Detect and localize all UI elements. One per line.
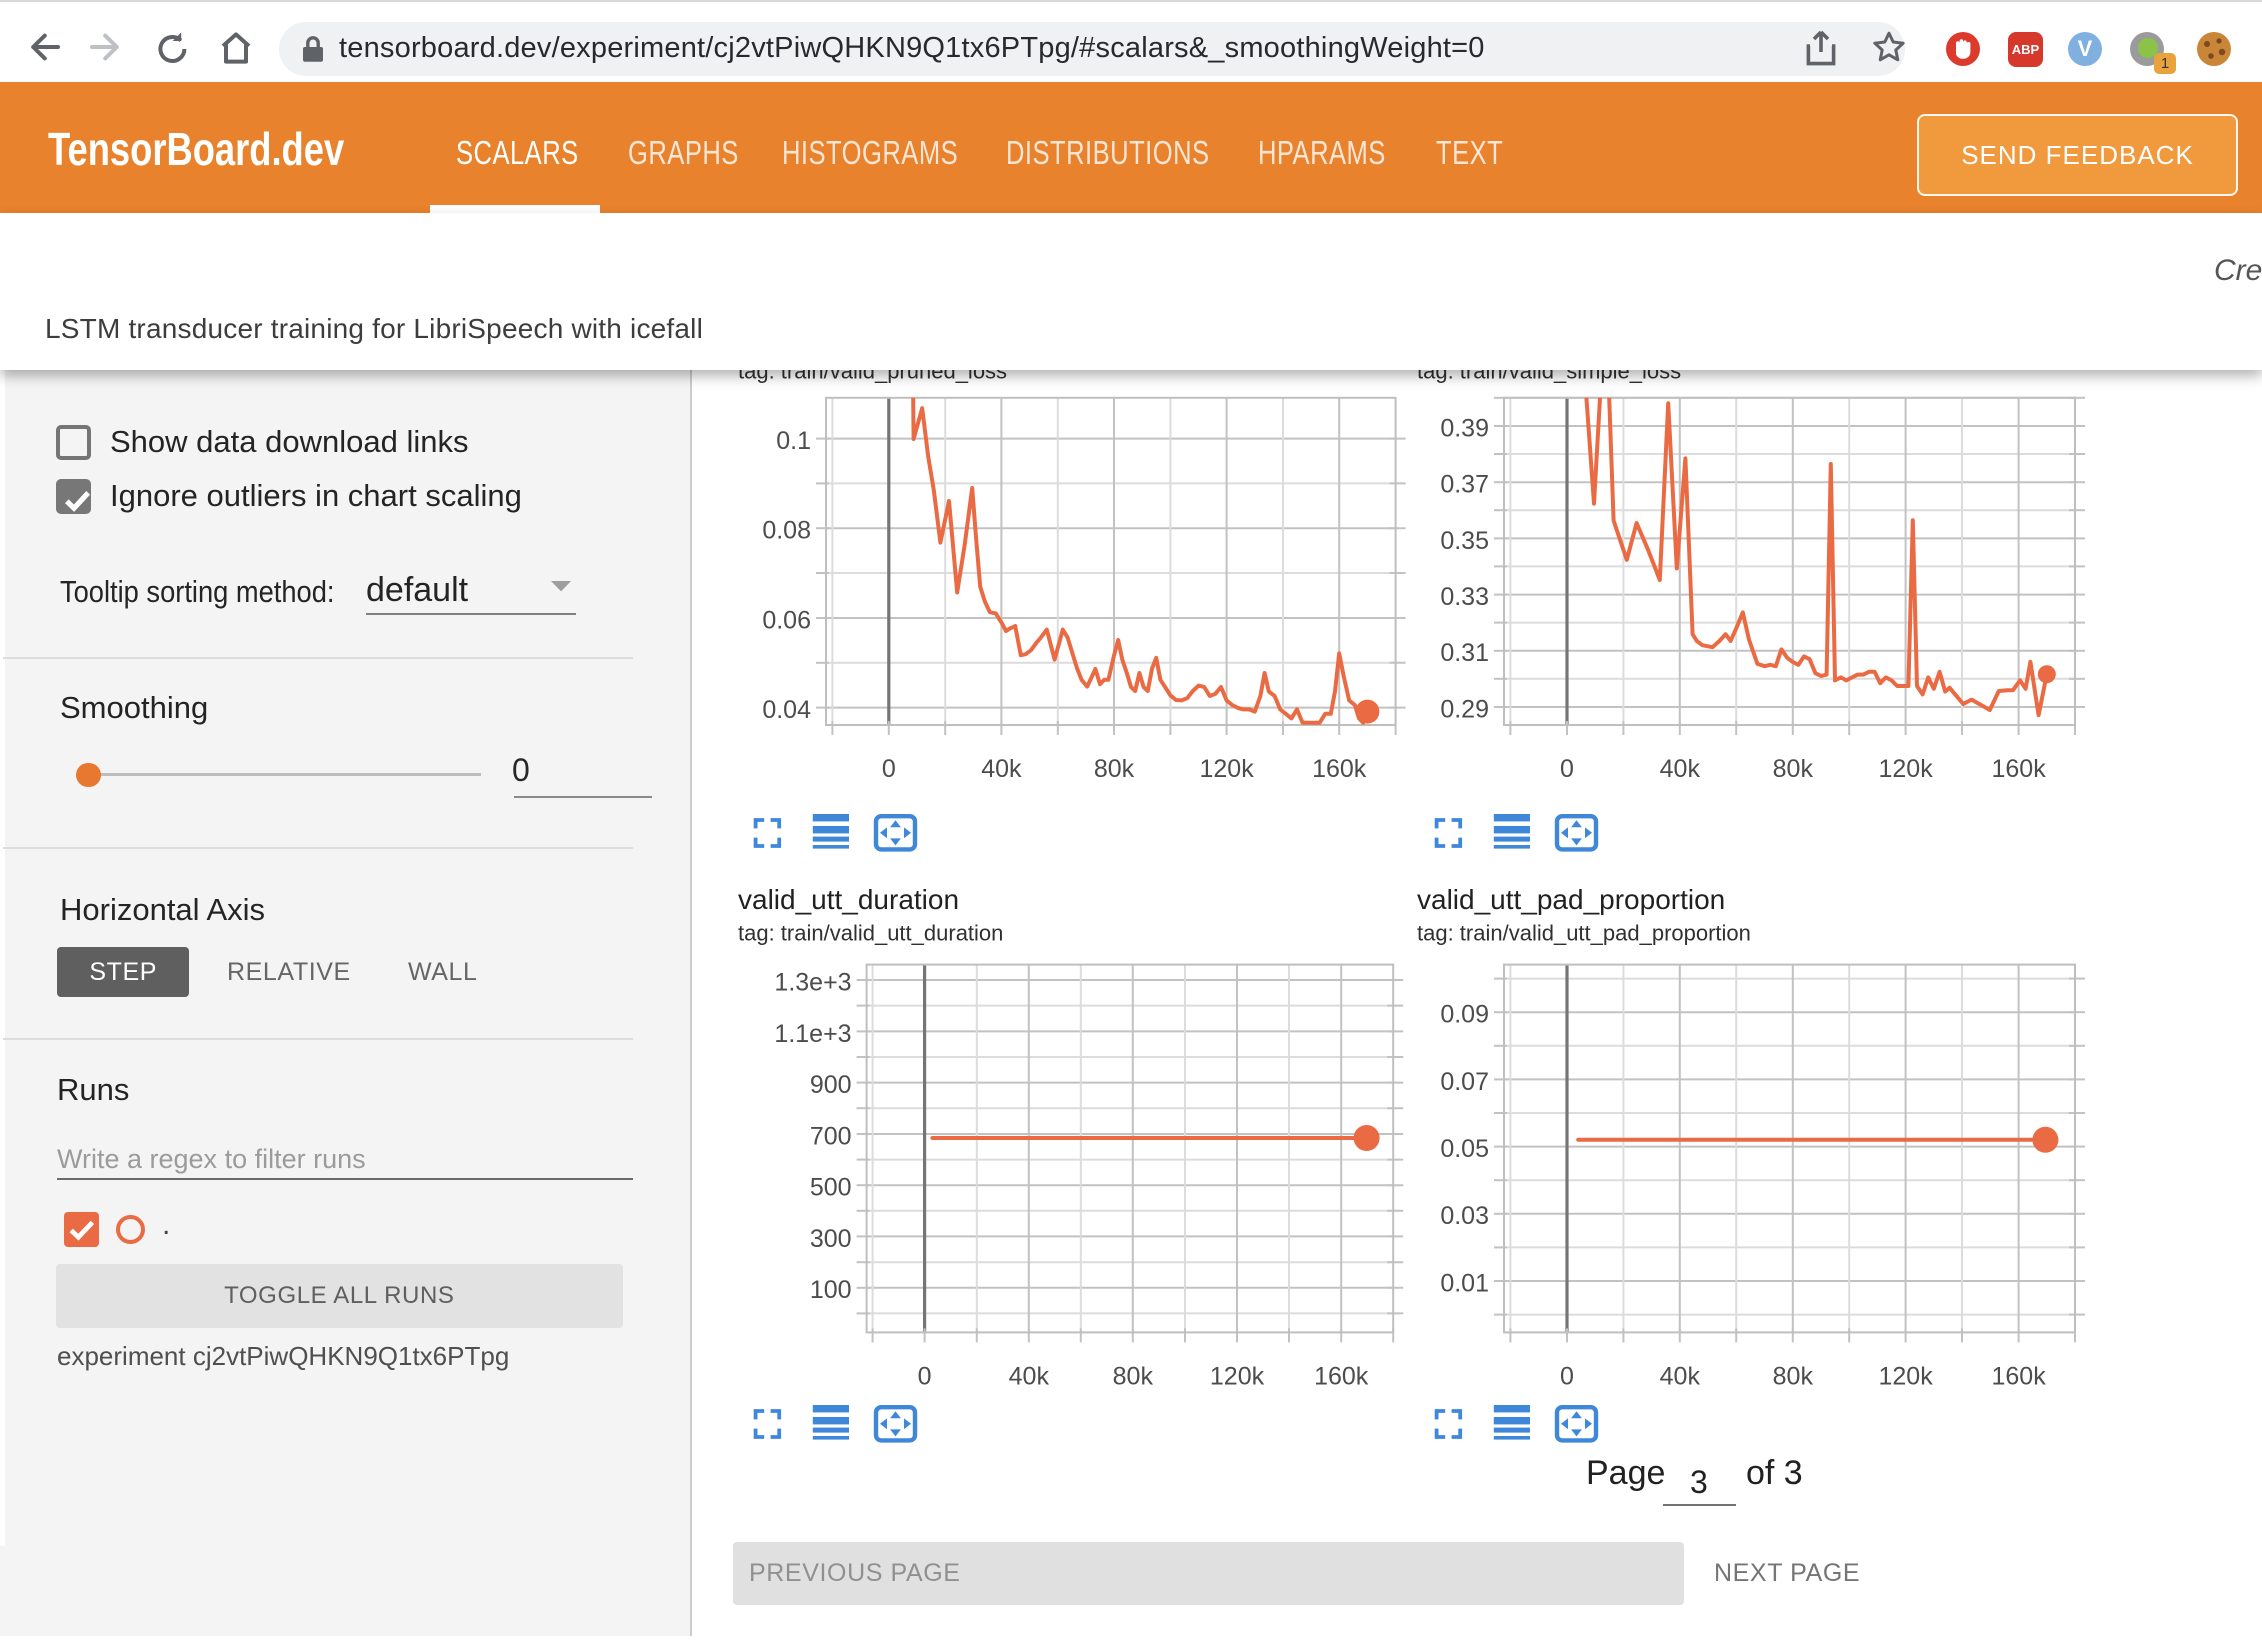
svg-text:1.3e+3: 1.3e+3 — [774, 968, 851, 996]
svg-text:0.1: 0.1 — [776, 427, 811, 455]
svg-text:0.07: 0.07 — [1440, 1068, 1489, 1096]
svg-text:0: 0 — [1560, 1362, 1574, 1390]
svg-text:120k: 120k — [1878, 755, 1933, 783]
svg-text:0.05: 0.05 — [1440, 1135, 1489, 1163]
svg-text:120k: 120k — [1878, 1362, 1933, 1390]
svg-text:900: 900 — [810, 1071, 852, 1099]
svg-text:0.29: 0.29 — [1440, 695, 1489, 723]
svg-text:tag: train/valid_utt_pad_propo: tag: train/valid_utt_pad_proportion — [1417, 921, 1751, 946]
svg-text:0: 0 — [918, 1362, 932, 1390]
svg-text:1.1e+3: 1.1e+3 — [774, 1020, 851, 1048]
svg-text:120k: 120k — [1210, 1362, 1265, 1390]
svg-text:valid_utt_pad_proportion: valid_utt_pad_proportion — [1417, 884, 1725, 915]
svg-text:80k: 80k — [1773, 755, 1814, 783]
svg-text:40k: 40k — [1660, 755, 1701, 783]
svg-text:40k: 40k — [1009, 1362, 1050, 1390]
svg-text:0.08: 0.08 — [762, 517, 811, 545]
svg-text:0.01: 0.01 — [1440, 1269, 1489, 1297]
svg-text:0: 0 — [1560, 755, 1574, 783]
svg-text:0.03: 0.03 — [1440, 1202, 1489, 1230]
svg-text:160k: 160k — [1991, 755, 2046, 783]
svg-text:40k: 40k — [981, 755, 1022, 783]
svg-text:0: 0 — [882, 755, 896, 783]
svg-text:0.04: 0.04 — [762, 696, 811, 724]
svg-text:80k: 80k — [1773, 1362, 1814, 1390]
svg-text:0.09: 0.09 — [1440, 1001, 1489, 1029]
svg-text:120k: 120k — [1199, 755, 1254, 783]
svg-text:300: 300 — [810, 1225, 852, 1253]
svg-text:40k: 40k — [1660, 1362, 1701, 1390]
svg-text:tag: train/valid_utt_duration: tag: train/valid_utt_duration — [738, 921, 1003, 946]
svg-text:0.31: 0.31 — [1440, 639, 1489, 667]
svg-text:160k: 160k — [1314, 1362, 1369, 1390]
svg-text:100: 100 — [810, 1276, 852, 1304]
svg-text:500: 500 — [810, 1174, 852, 1202]
svg-text:0.35: 0.35 — [1440, 527, 1489, 555]
svg-text:0.39: 0.39 — [1440, 414, 1489, 442]
svg-text:160k: 160k — [1312, 755, 1367, 783]
svg-text:80k: 80k — [1094, 755, 1135, 783]
svg-text:0.06: 0.06 — [762, 606, 811, 634]
svg-text:0.37: 0.37 — [1440, 471, 1489, 499]
svg-text:0.33: 0.33 — [1440, 583, 1489, 611]
svg-text:valid_utt_duration: valid_utt_duration — [738, 884, 959, 915]
svg-text:700: 700 — [810, 1122, 852, 1150]
svg-text:80k: 80k — [1113, 1362, 1154, 1390]
svg-text:160k: 160k — [1991, 1362, 2046, 1390]
